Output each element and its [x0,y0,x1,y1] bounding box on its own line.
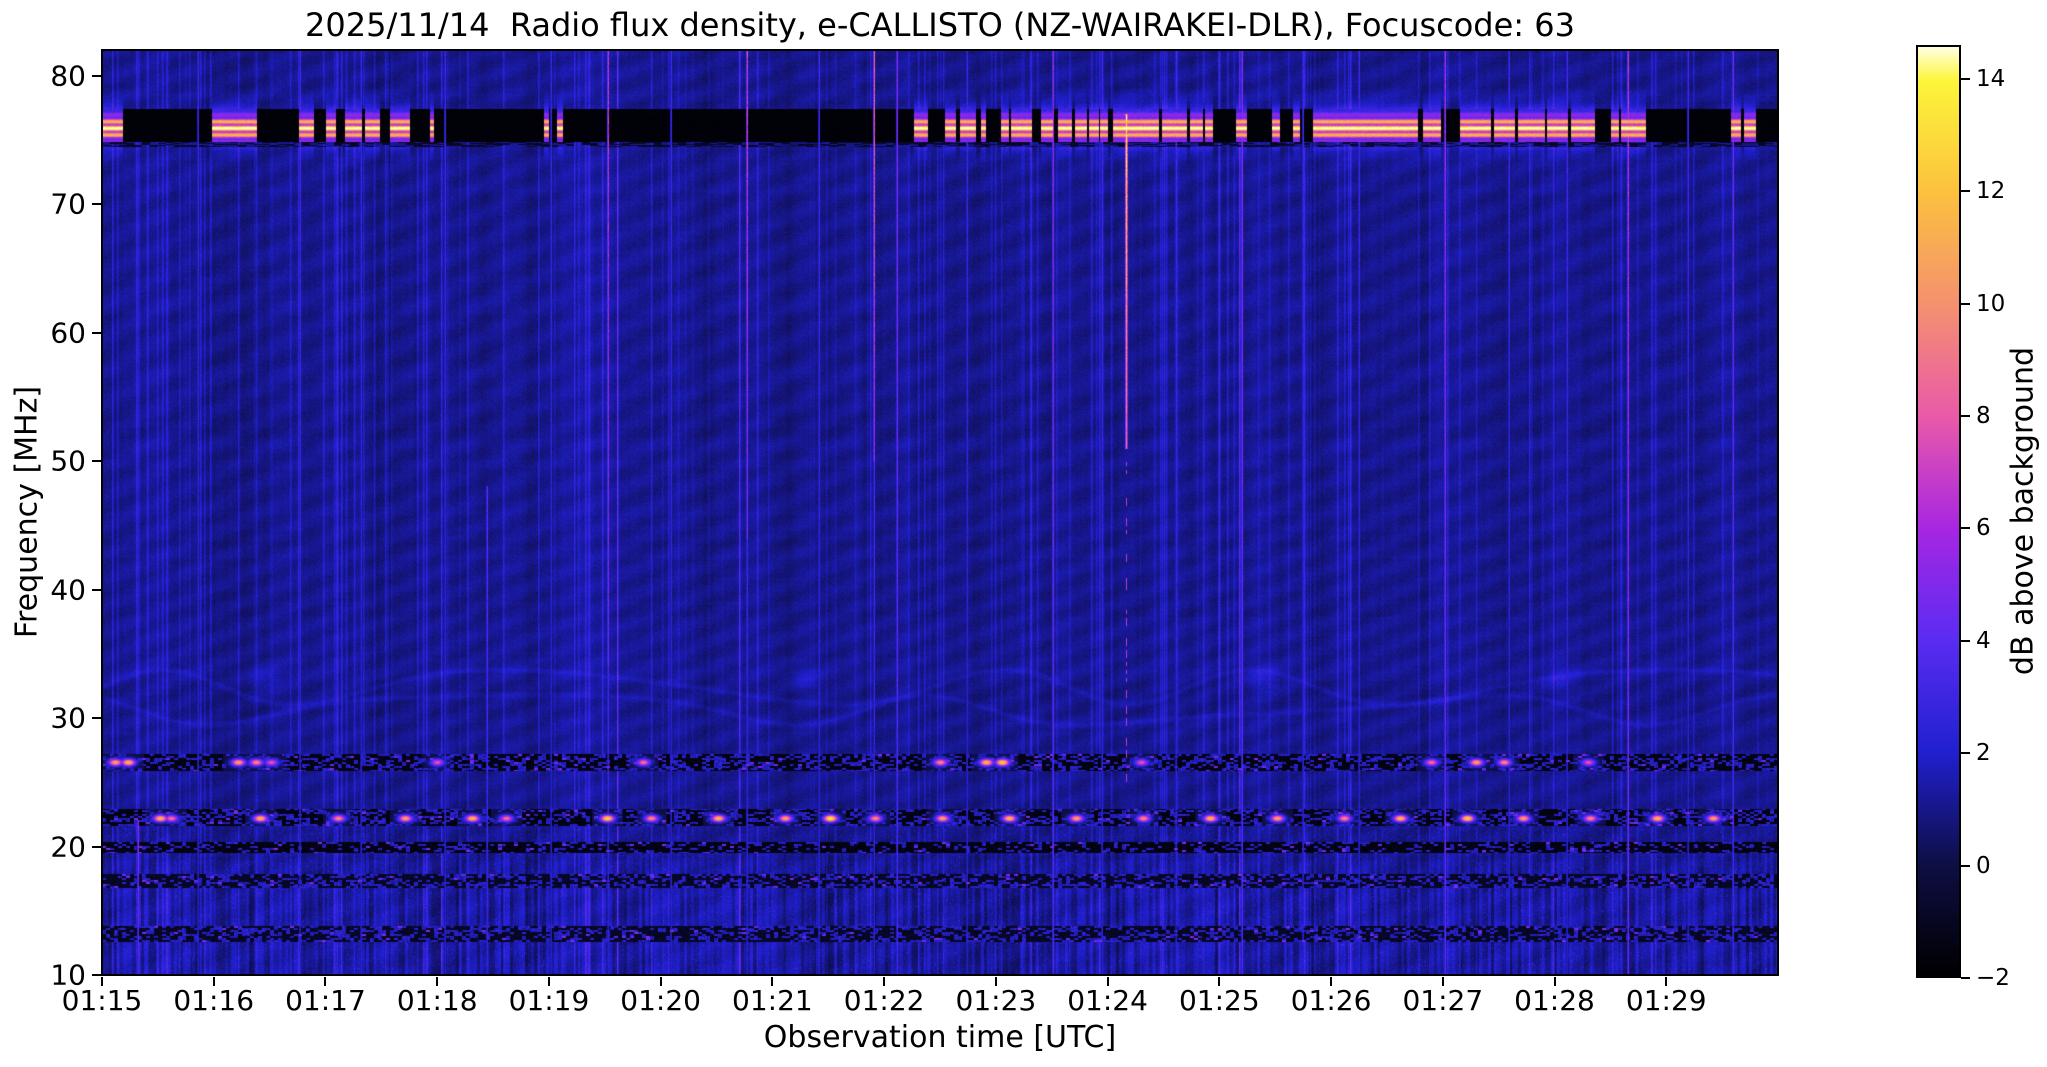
colorbar-tick [1961,414,1970,417]
x-tick [994,977,997,986]
x-tick [883,977,886,986]
x-tick-label: 01:24 [1067,984,1148,1017]
x-tick [1665,977,1668,986]
x-tick-label: 01:23 [955,984,1037,1017]
x-tick-label: 01:18 [396,984,478,1017]
colorbar-gradient [1918,47,1959,976]
y-tick [92,203,101,206]
x-tick-label: 01:20 [620,984,702,1017]
colorbar-tick-label: 12 [1976,178,2006,205]
colorbar-tick [1961,977,1970,979]
colorbar-tick [1961,752,1970,755]
y-tick-label: 80 [50,59,86,93]
x-tick [436,977,439,986]
colorbar-tick-label: 14 [1976,65,2006,92]
x-tick [659,977,662,986]
x-tick-label: 01:28 [1514,984,1595,1017]
colorbar-tick [1961,639,1970,642]
y-tick [92,974,101,976]
y-tick [92,717,101,720]
x-tick [1330,977,1333,986]
colorbar-tick-label: 0 [1976,852,1991,879]
y-axis-label: Frequency [MHz] [9,385,45,639]
colorbar-tick-label: 2 [1976,740,1991,767]
colorbar-tick-label: 10 [1976,290,2006,317]
y-tick-label: 30 [50,701,86,735]
x-tick-label: 01:29 [1625,984,1707,1017]
x-tick-label: 01:17 [285,984,366,1017]
x-tick [324,977,327,986]
x-tick-label: 01:19 [508,984,590,1017]
x-tick-label: 01:22 [843,984,925,1017]
x-tick [1553,977,1556,986]
x-axis-label: Observation time [UTC] [763,1020,1117,1055]
y-tick-label: 70 [50,187,86,221]
spectrogram-canvas [102,50,1778,975]
x-tick [1441,977,1444,986]
y-tick [92,331,101,334]
y-tick [92,845,101,848]
x-tick [1218,977,1221,986]
colorbar [1916,45,1961,978]
x-tick-label: 01:27 [1402,984,1484,1017]
x-tick [212,977,215,986]
colorbar-label: dB above background [2005,346,2041,676]
colorbar-tick [1961,77,1970,80]
x-tick [1106,977,1109,986]
y-tick [92,460,101,463]
x-tick-label: 01:25 [1178,984,1260,1017]
colorbar-tick [1961,864,1970,867]
y-tick-label: 60 [50,316,86,350]
y-tick-label: 10 [50,958,86,992]
colorbar-tick-label: 8 [1976,402,1991,429]
y-tick [92,74,101,77]
x-tick [101,977,103,986]
x-tick-label: 01:21 [732,984,813,1017]
spectrogram-figure: 2025/11/14 Radio flux density, e-CALLIST… [0,0,2047,1067]
x-tick-label: 01:16 [173,984,255,1017]
x-tick [547,977,550,986]
colorbar-tick [1961,527,1970,530]
colorbar-tick [1961,302,1970,305]
colorbar-tick-label: 4 [1976,627,1991,654]
y-tick [92,588,101,591]
x-tick [771,977,774,986]
colorbar-tick [1961,190,1970,193]
y-tick-label: 20 [50,830,86,864]
x-tick-label: 01:26 [1290,984,1372,1017]
colorbar-tick-label: −2 [1976,965,2010,991]
chart-title: 2025/11/14 Radio flux density, e-CALLIST… [305,6,1575,44]
colorbar-tick-label: 6 [1976,515,1991,542]
